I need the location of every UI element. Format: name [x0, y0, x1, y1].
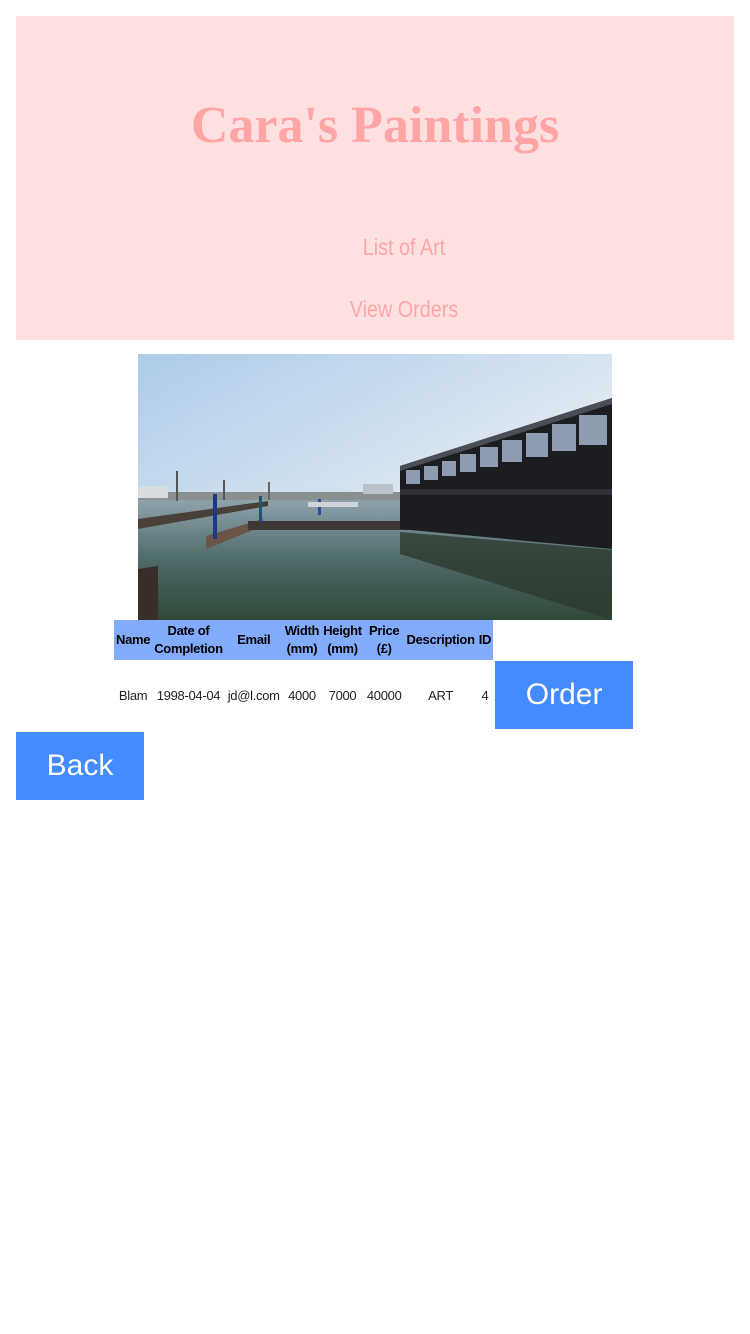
artwork-image — [138, 354, 612, 620]
column-header-name: Name — [114, 620, 153, 660]
cell-description: ART — [428, 687, 454, 703]
cell-height: 7000 — [328, 687, 357, 703]
cell-id: 4 — [481, 687, 489, 703]
table-header-row: Name Date of Completion Email Width (mm) H… — [114, 620, 633, 660]
cell-price: 40000 — [366, 687, 402, 703]
order-button[interactable]: Order — [495, 661, 634, 729]
cell-width: 4000 — [288, 687, 316, 703]
nav-list-of-art-link[interactable]: List of Art — [95, 236, 712, 259]
cell-date: 1998-04-04 — [156, 687, 221, 703]
cell-name: Blam — [118, 687, 148, 703]
column-header-width: Width (mm) — [282, 620, 322, 660]
site-header: Cara's Paintings List of Art View Orders — [16, 16, 734, 340]
table-row: Blam 1998-04-04 jd@l.com 4000 7000 40000… — [114, 660, 634, 730]
column-header-action — [493, 620, 633, 660]
column-header-width-line2: (mm) — [286, 641, 318, 656]
column-header-date-line2: Completion — [154, 641, 223, 656]
column-header-height-line1: Height — [323, 623, 362, 638]
artwork-details-table: Name Date of Completion Email Width (mm) H… — [114, 620, 634, 730]
column-header-description: Description — [404, 620, 477, 660]
column-header-price: Price (£) — [363, 620, 405, 660]
column-header-date-line1: Date of — [167, 623, 210, 638]
cell-order: Order — [493, 660, 634, 730]
column-header-id: ID — [476, 620, 494, 660]
cell-email: jd@l.com — [227, 687, 280, 703]
column-header-height: Height (mm) — [321, 620, 364, 660]
column-header-email: Email — [224, 620, 283, 660]
column-header-width-line1: Width — [284, 623, 320, 638]
column-header-date: Date of Completion — [152, 620, 225, 660]
column-header-height-line2: (mm) — [327, 641, 358, 656]
site-title: Cara's Paintings — [190, 97, 560, 154]
column-header-price-line2: (£) — [376, 641, 392, 656]
column-header-price-line1: Price — [369, 623, 400, 638]
nav-view-orders-link[interactable]: View Orders — [95, 298, 712, 321]
back-button[interactable]: Back — [16, 732, 144, 800]
